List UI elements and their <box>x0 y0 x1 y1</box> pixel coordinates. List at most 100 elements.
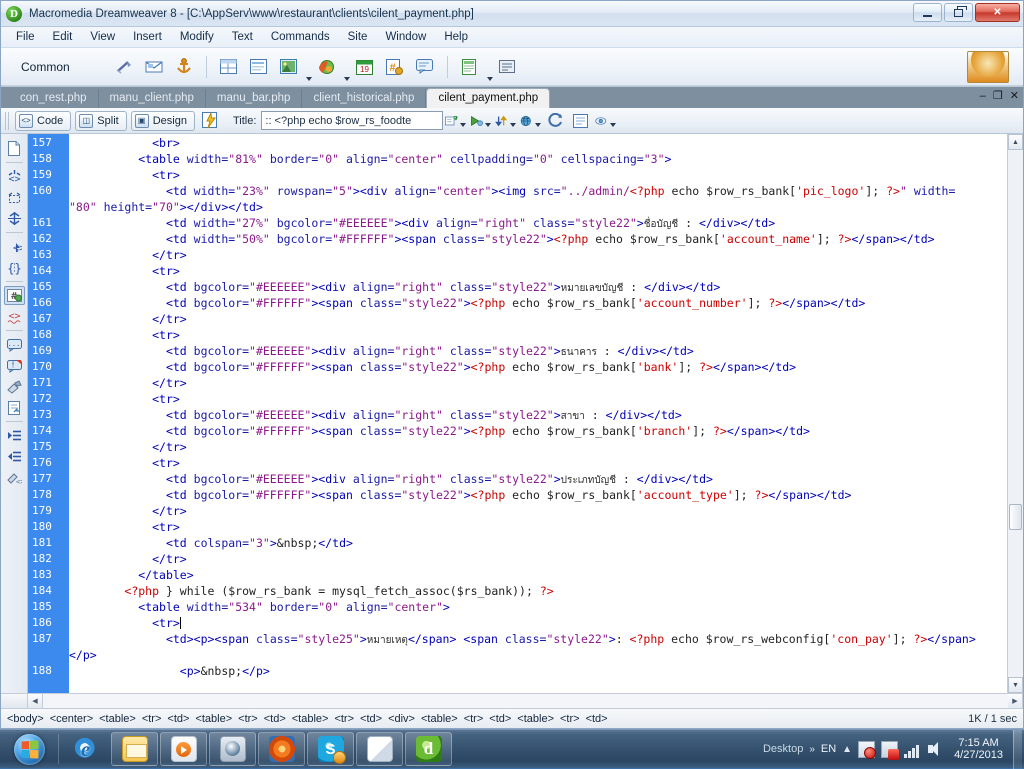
tag-selector-item[interactable]: <tr> <box>141 713 163 725</box>
menu-item-text[interactable]: Text <box>223 29 262 45</box>
balance-braces-icon[interactable]: {} <box>4 258 25 277</box>
visual-aids-icon[interactable] <box>595 111 617 131</box>
code-line[interactable]: <tr> <box>69 519 1007 535</box>
design-view-button[interactable]: ▣ Design <box>130 110 195 131</box>
doc-minimize-button[interactable]: – <box>980 90 986 102</box>
template-icon[interactable] <box>459 56 481 78</box>
code-line[interactable]: </tr> <box>69 439 1007 455</box>
menu-item-edit[interactable]: Edit <box>44 29 82 45</box>
tag-selector-item[interactable]: <tr> <box>559 713 581 725</box>
code-line[interactable]: </p> <box>69 647 1007 663</box>
doc-restore-button[interactable]: ❐ <box>993 89 1003 102</box>
menu-item-commands[interactable]: Commands <box>262 29 339 45</box>
select-parent-tag-icon[interactable]: <> <box>4 237 25 256</box>
remove-comment-icon[interactable]: ! <box>4 356 25 375</box>
tag-selector-item[interactable]: <table> <box>98 713 137 725</box>
code-line[interactable]: <tr> <box>69 167 1007 183</box>
code-line[interactable]: <tr> <box>69 615 1007 631</box>
code-line[interactable]: <tr> <box>69 327 1007 343</box>
volume-icon[interactable] <box>927 741 944 758</box>
scroll-thumb[interactable] <box>1009 504 1022 530</box>
code-line[interactable]: <table width="81%" border="0" align="cen… <box>69 151 1007 167</box>
tag-selector-item[interactable]: <tr> <box>333 713 355 725</box>
doc-tab-cilent-payment[interactable]: cilent_payment.php <box>426 88 551 108</box>
start-button[interactable] <box>2 730 56 768</box>
restore-button[interactable] <box>944 3 973 22</box>
scroll-left-arrow[interactable]: ◀ <box>28 694 43 708</box>
collapse-outside-selection-icon[interactable] <box>4 188 25 207</box>
media-flash-icon[interactable] <box>316 56 338 78</box>
doc-tab-manu-client[interactable]: manu_client.php <box>99 89 206 108</box>
show-desktop-button[interactable] <box>1013 729 1022 769</box>
doc-close-button[interactable]: ✕ <box>1010 89 1019 102</box>
code-line[interactable]: "80" height="70"></div></td> <box>69 199 1007 215</box>
code-view-button[interactable]: <> Code <box>15 110 72 131</box>
date-icon[interactable]: 19 <box>354 56 376 78</box>
recent-snippets-icon[interactable] <box>4 398 25 417</box>
check-browser-support-icon[interactable] <box>545 111 566 131</box>
insert-div-tag-icon[interactable] <box>248 56 270 78</box>
menu-item-site[interactable]: Site <box>339 29 377 45</box>
taskbar-dreamweaver[interactable] <box>405 732 452 766</box>
code-line[interactable]: <tr> <box>69 391 1007 407</box>
named-anchor-icon[interactable] <box>173 56 195 78</box>
code-line[interactable]: </tr> <box>69 375 1007 391</box>
template-dropdown-chevron-icon[interactable] <box>486 77 493 81</box>
email-link-icon[interactable] <box>143 56 165 78</box>
tag-selector-item[interactable]: <td> <box>585 713 609 725</box>
live-data-icon[interactable] <box>201 111 222 131</box>
wrap-tag-icon[interactable] <box>4 377 25 396</box>
preview-in-browser-icon[interactable] <box>470 111 492 131</box>
network-signal-icon[interactable] <box>904 741 921 758</box>
doc-tab-client-historical[interactable]: client_historical.php <box>302 89 427 108</box>
code-line[interactable]: <td bgcolor="#FFFFFF"><span class="style… <box>69 487 1007 503</box>
toolbar-grip[interactable] <box>5 111 10 130</box>
format-source-code-icon[interactable]: <> <box>4 468 25 487</box>
file-management-icon[interactable] <box>445 111 467 131</box>
code-line[interactable]: <br> <box>69 135 1007 151</box>
menu-item-view[interactable]: View <box>81 29 124 45</box>
horizontal-scroll-track[interactable] <box>43 694 1008 708</box>
scroll-right-arrow[interactable]: ▶ <box>1008 694 1023 708</box>
collapse-full-tag-icon[interactable]: <> <box>4 167 25 186</box>
file-management-chevron-icon[interactable] <box>460 122 467 127</box>
scroll-down-arrow[interactable]: ▼ <box>1008 677 1023 693</box>
taskbar-skype[interactable] <box>307 732 354 766</box>
line-numbers-icon[interactable]: # <box>3 286 25 305</box>
menu-item-file[interactable]: File <box>7 29 44 45</box>
doc-tab-con-rest[interactable]: con_rest.php <box>9 89 99 108</box>
tag-chooser-icon[interactable] <box>497 56 519 78</box>
code-line[interactable]: <td bgcolor="#EEEEEE"><div align="right"… <box>69 407 1007 423</box>
taskbar-media-app[interactable] <box>209 732 256 766</box>
image-dropdown-chevron-icon[interactable] <box>305 77 312 81</box>
split-view-button[interactable]: ◫ Split <box>75 110 127 131</box>
apply-comment-icon[interactable]: ... <box>4 335 25 354</box>
indent-code-icon[interactable] <box>4 426 25 445</box>
code-line[interactable]: <tr> <box>69 455 1007 471</box>
menu-item-insert[interactable]: Insert <box>124 29 171 45</box>
horizontal-scrollbar[interactable]: ◀ ▶ <box>1 693 1023 708</box>
code-line[interactable]: <td bgcolor="#FFFFFF"><span class="style… <box>69 359 1007 375</box>
code-line[interactable]: <td width="50%" bgcolor="#FFFFFF"><span … <box>69 231 1007 247</box>
view-options-icon[interactable] <box>520 111 542 131</box>
vertical-scrollbar[interactable]: ▲ ▼ <box>1007 134 1023 693</box>
taskbar-firefox[interactable] <box>258 732 305 766</box>
language-indicator[interactable]: EN <box>821 743 836 755</box>
code-line[interactable]: <tr> <box>69 263 1007 279</box>
code-scroll-region[interactable]: 157 158 159 160 161 162 163 164 165 166 167 168 169… <box>28 134 1007 693</box>
code-line[interactable]: <td bgcolor="#FFFFFF"><span class="style… <box>69 295 1007 311</box>
code-line[interactable]: <td width="23%" rowspan="5"><div align="… <box>69 183 1007 199</box>
doc-tab-manu-bar[interactable]: manu_bar.php <box>206 89 303 108</box>
overflow-chevron-icon[interactable]: » <box>809 744 815 755</box>
code-line[interactable]: </tr> <box>69 503 1007 519</box>
highlight-invalid-html-icon[interactable]: <> <box>4 307 25 326</box>
server-side-include-icon[interactable]: # <box>384 56 406 78</box>
tag-selector-item[interactable]: <table> <box>516 713 555 725</box>
action-center-flag-icon[interactable] <box>858 740 877 759</box>
code-line[interactable]: <td><p><span class="style25">หมายเหตุ</s… <box>69 631 1007 647</box>
tag-selector-item[interactable]: <body> <box>6 713 45 725</box>
open-documents-icon[interactable] <box>4 139 25 158</box>
view-options-chevron-icon[interactable] <box>535 122 542 127</box>
code-line[interactable]: </tr> <box>69 247 1007 263</box>
tag-selector-item[interactable]: <td> <box>359 713 383 725</box>
